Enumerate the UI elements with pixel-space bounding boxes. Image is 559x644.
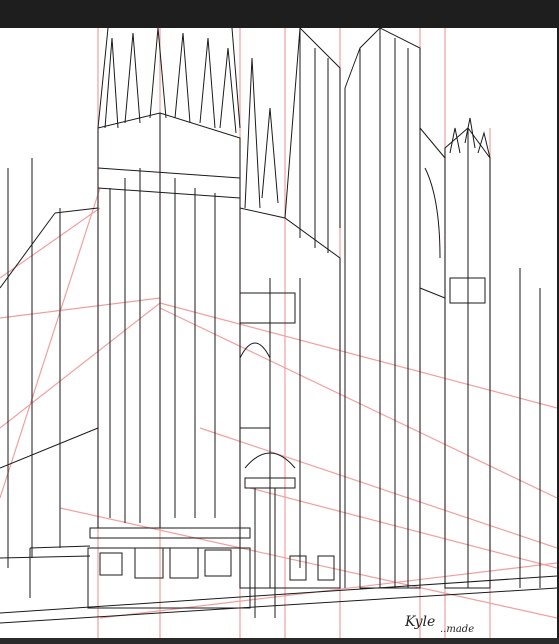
- artist-signature: Kyle ..made: [404, 614, 474, 635]
- signature-name: Kyle: [404, 614, 435, 630]
- drawing-canvas[interactable]: Kyle ..made: [0, 28, 557, 638]
- cathedral-sketch: Kyle ..made: [0, 28, 557, 638]
- structure-lines: [0, 28, 557, 624]
- canvas-bottom-border: [0, 638, 559, 644]
- signature-text: ..made: [440, 624, 474, 635]
- app-top-bar: [0, 0, 559, 28]
